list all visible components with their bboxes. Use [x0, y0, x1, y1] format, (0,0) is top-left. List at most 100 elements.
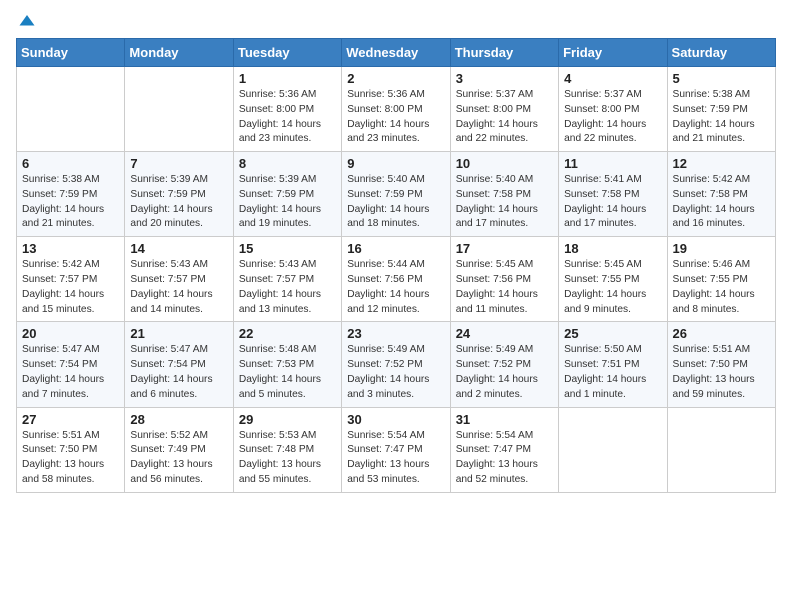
- day-number: 31: [456, 412, 553, 427]
- calendar-cell: 22 Sunrise: 5:48 AM Sunset: 7:53 PM Dayli…: [233, 322, 341, 407]
- day-number: 8: [239, 156, 336, 171]
- calendar-cell: 19Sunrise: 5:46 AM Sunset: 7:55 PM Dayli…: [667, 237, 775, 322]
- calendar-cell: 30 Sunrise: 5:54 AM Sunset: 7:47 PM Dayli…: [342, 407, 450, 492]
- calendar-cell: 8Sunrise: 5:39 AM Sunset: 7:59 PM Daylig…: [233, 152, 341, 237]
- day-number: 2: [347, 71, 444, 86]
- day-number: 9: [347, 156, 444, 171]
- calendar-cell: 17 Sunrise: 5:45 AM Sunset: 7:56 PM Dayli…: [450, 237, 558, 322]
- day-info: Sunrise: 5:43 AM Sunset: 7:57 PM Dayligh…: [130, 258, 227, 317]
- day-number: 16: [347, 241, 444, 256]
- day-info: Sunrise: 5:46 AM Sunset: 7:55 PM Dayligh…: [673, 258, 770, 317]
- calendar-week-3: 13Sunrise: 5:42 AM Sunset: 7:57 PM Dayli…: [17, 237, 776, 322]
- logo: [16, 16, 36, 26]
- calendar-cell: 14 Sunrise: 5:43 AM Sunset: 7:57 PM Dayli…: [125, 237, 233, 322]
- calendar-cell: 25 Sunrise: 5:50 AM Sunset: 7:51 PM Dayli…: [559, 322, 667, 407]
- calendar-table: SundayMondayTuesdayWednesdayThursdayFrid…: [16, 38, 776, 493]
- day-info: Sunrise: 5:51 AM Sunset: 7:50 PM Dayligh…: [22, 429, 119, 488]
- logo-icon: [18, 12, 36, 30]
- calendar-cell: [17, 67, 125, 152]
- day-number: 28: [130, 412, 227, 427]
- calendar-cell: 27 Sunrise: 5:51 AM Sunset: 7:50 PM Dayli…: [17, 407, 125, 492]
- calendar-cell: 24 Sunrise: 5:49 AM Sunset: 7:52 PM Dayli…: [450, 322, 558, 407]
- day-info: Sunrise: 5:37 AM Sunset: 8:00 PM Dayligh…: [456, 88, 553, 147]
- day-info: Sunrise: 5:39 AM Sunset: 7:59 PM Dayligh…: [130, 173, 227, 232]
- calendar-cell: 18Sunrise: 5:45 AM Sunset: 7:55 PM Dayli…: [559, 237, 667, 322]
- calendar-cell: 2 Sunrise: 5:36 AM Sunset: 8:00 PM Daylig…: [342, 67, 450, 152]
- calendar-cell: [667, 407, 775, 492]
- day-number: 4: [564, 71, 661, 86]
- day-info: Sunrise: 5:45 AM Sunset: 7:56 PM Dayligh…: [456, 258, 553, 317]
- day-info: Sunrise: 5:36 AM Sunset: 8:00 PM Dayligh…: [347, 88, 444, 147]
- day-info: Sunrise: 5:36 AM Sunset: 8:00 PM Dayligh…: [239, 88, 336, 147]
- calendar-cell: 6 Sunrise: 5:38 AM Sunset: 7:59 PM Daylig…: [17, 152, 125, 237]
- calendar-cell: 12 Sunrise: 5:42 AM Sunset: 7:58 PM Dayli…: [667, 152, 775, 237]
- day-info: Sunrise: 5:48 AM Sunset: 7:53 PM Dayligh…: [239, 343, 336, 402]
- day-info: Sunrise: 5:38 AM Sunset: 7:59 PM Dayligh…: [673, 88, 770, 147]
- day-number: 13: [22, 241, 119, 256]
- day-number: 22: [239, 326, 336, 341]
- calendar-cell: 13Sunrise: 5:42 AM Sunset: 7:57 PM Dayli…: [17, 237, 125, 322]
- col-header-monday: Monday: [125, 39, 233, 67]
- calendar-week-2: 6 Sunrise: 5:38 AM Sunset: 7:59 PM Daylig…: [17, 152, 776, 237]
- calendar-header-row: SundayMondayTuesdayWednesdayThursdayFrid…: [17, 39, 776, 67]
- day-number: 3: [456, 71, 553, 86]
- day-info: Sunrise: 5:44 AM Sunset: 7:56 PM Dayligh…: [347, 258, 444, 317]
- day-info: Sunrise: 5:37 AM Sunset: 8:00 PM Dayligh…: [564, 88, 661, 147]
- day-number: 15: [239, 241, 336, 256]
- calendar-cell: 21Sunrise: 5:47 AM Sunset: 7:54 PM Dayli…: [125, 322, 233, 407]
- day-number: 5: [673, 71, 770, 86]
- day-info: Sunrise: 5:51 AM Sunset: 7:50 PM Dayligh…: [673, 343, 770, 402]
- col-header-tuesday: Tuesday: [233, 39, 341, 67]
- day-info: Sunrise: 5:49 AM Sunset: 7:52 PM Dayligh…: [456, 343, 553, 402]
- day-number: 14: [130, 241, 227, 256]
- calendar-cell: 11 Sunrise: 5:41 AM Sunset: 7:58 PM Dayli…: [559, 152, 667, 237]
- day-info: Sunrise: 5:54 AM Sunset: 7:47 PM Dayligh…: [347, 429, 444, 488]
- day-info: Sunrise: 5:41 AM Sunset: 7:58 PM Dayligh…: [564, 173, 661, 232]
- calendar-week-1: 1 Sunrise: 5:36 AM Sunset: 8:00 PM Daylig…: [17, 67, 776, 152]
- day-info: Sunrise: 5:47 AM Sunset: 7:54 PM Dayligh…: [130, 343, 227, 402]
- day-number: 24: [456, 326, 553, 341]
- day-number: 25: [564, 326, 661, 341]
- day-info: Sunrise: 5:38 AM Sunset: 7:59 PM Dayligh…: [22, 173, 119, 232]
- day-info: Sunrise: 5:54 AM Sunset: 7:47 PM Dayligh…: [456, 429, 553, 488]
- calendar-cell: 31 Sunrise: 5:54 AM Sunset: 7:47 PM Dayli…: [450, 407, 558, 492]
- col-header-thursday: Thursday: [450, 39, 558, 67]
- calendar-week-4: 20 Sunrise: 5:47 AM Sunset: 7:54 PM Dayli…: [17, 322, 776, 407]
- day-number: 26: [673, 326, 770, 341]
- day-info: Sunrise: 5:42 AM Sunset: 7:58 PM Dayligh…: [673, 173, 770, 232]
- day-number: 23: [347, 326, 444, 341]
- calendar-week-5: 27 Sunrise: 5:51 AM Sunset: 7:50 PM Dayli…: [17, 407, 776, 492]
- calendar-cell: 28 Sunrise: 5:52 AM Sunset: 7:49 PM Dayli…: [125, 407, 233, 492]
- day-info: Sunrise: 5:52 AM Sunset: 7:49 PM Dayligh…: [130, 429, 227, 488]
- calendar-cell: 1 Sunrise: 5:36 AM Sunset: 8:00 PM Daylig…: [233, 67, 341, 152]
- calendar-cell: 7 Sunrise: 5:39 AM Sunset: 7:59 PM Daylig…: [125, 152, 233, 237]
- calendar-cell: 15Sunrise: 5:43 AM Sunset: 7:57 PM Dayli…: [233, 237, 341, 322]
- day-number: 29: [239, 412, 336, 427]
- calendar-cell: 3 Sunrise: 5:37 AM Sunset: 8:00 PM Daylig…: [450, 67, 558, 152]
- day-number: 27: [22, 412, 119, 427]
- day-number: 12: [673, 156, 770, 171]
- day-number: 1: [239, 71, 336, 86]
- day-number: 7: [130, 156, 227, 171]
- col-header-sunday: Sunday: [17, 39, 125, 67]
- col-header-saturday: Saturday: [667, 39, 775, 67]
- day-info: Sunrise: 5:47 AM Sunset: 7:54 PM Dayligh…: [22, 343, 119, 402]
- day-number: 10: [456, 156, 553, 171]
- calendar-cell: 20 Sunrise: 5:47 AM Sunset: 7:54 PM Dayli…: [17, 322, 125, 407]
- day-number: 11: [564, 156, 661, 171]
- calendar-cell: 16 Sunrise: 5:44 AM Sunset: 7:56 PM Dayli…: [342, 237, 450, 322]
- day-number: 20: [22, 326, 119, 341]
- calendar-cell: [125, 67, 233, 152]
- day-info: Sunrise: 5:40 AM Sunset: 7:59 PM Dayligh…: [347, 173, 444, 232]
- calendar-cell: 9 Sunrise: 5:40 AM Sunset: 7:59 PM Daylig…: [342, 152, 450, 237]
- day-number: 18: [564, 241, 661, 256]
- calendar-cell: [559, 407, 667, 492]
- day-number: 30: [347, 412, 444, 427]
- calendar-cell: 10Sunrise: 5:40 AM Sunset: 7:58 PM Dayli…: [450, 152, 558, 237]
- day-info: Sunrise: 5:50 AM Sunset: 7:51 PM Dayligh…: [564, 343, 661, 402]
- day-number: 6: [22, 156, 119, 171]
- page-header: [16, 16, 776, 26]
- calendar-cell: 4 Sunrise: 5:37 AM Sunset: 8:00 PM Daylig…: [559, 67, 667, 152]
- day-number: 17: [456, 241, 553, 256]
- day-info: Sunrise: 5:53 AM Sunset: 7:48 PM Dayligh…: [239, 429, 336, 488]
